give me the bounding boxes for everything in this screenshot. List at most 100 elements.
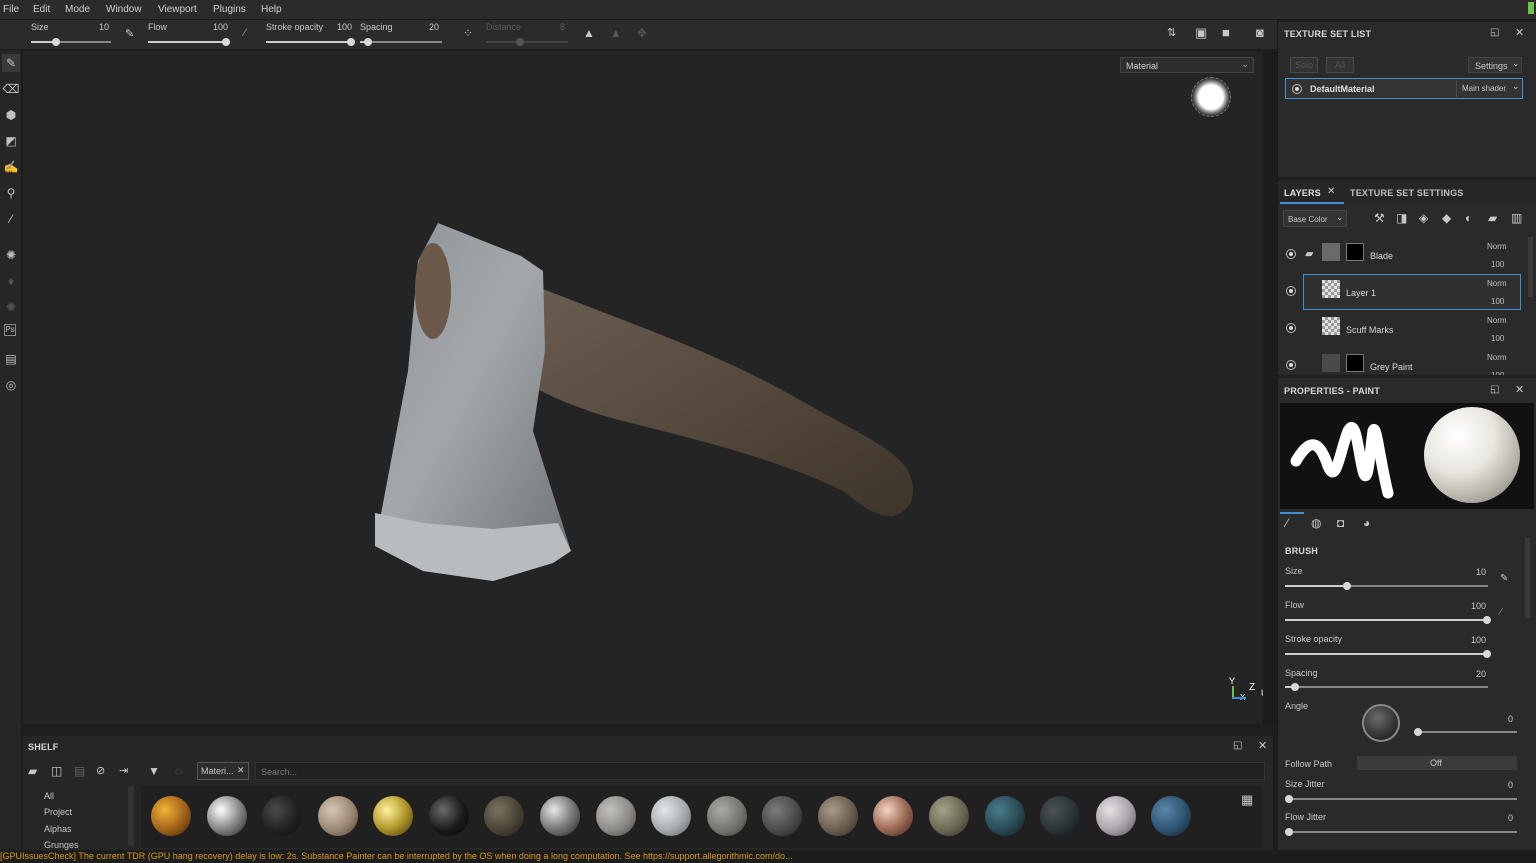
material-sphere[interactable] (429, 796, 469, 836)
shelf-category-project[interactable]: Project (44, 807, 72, 817)
material-sphere[interactable] (707, 796, 747, 836)
material-sphere[interactable] (207, 796, 247, 836)
texture-set-row[interactable]: DefaultMaterial Main shader ⌄ (1285, 78, 1523, 99)
remove-filter-icon[interactable]: ✕ (237, 765, 245, 776)
resources-icon[interactable]: ◎ (2, 376, 20, 394)
export-icon[interactable]: ▤ (2, 350, 20, 368)
stroke-opacity-value[interactable]: 100 (1456, 635, 1486, 645)
camera-icon[interactable]: ■ (1222, 25, 1230, 40)
material-sphere[interactable] (596, 796, 636, 836)
shelf-category-all[interactable]: All (44, 791, 54, 801)
layer-opacity[interactable]: 100 (1491, 260, 1504, 269)
stroke-opacity-slider[interactable] (1285, 650, 1491, 658)
spacing-slider[interactable] (1285, 683, 1488, 691)
filter-tag[interactable]: Materi... ✕ (197, 762, 249, 780)
brush-preset-icon[interactable]: ✎ (125, 27, 134, 40)
import-icon[interactable]: ⇥ (119, 764, 128, 777)
material-sphere[interactable] (1040, 796, 1080, 836)
shader-dropdown[interactable]: Main shader ⌄ (1456, 80, 1522, 97)
symmetry-icon[interactable]: ▲ (583, 26, 595, 40)
photoshop-icon[interactable]: Ps (4, 324, 16, 336)
layer-row-layer-1[interactable]: Layer 1 Norm 100 (1303, 274, 1521, 310)
close-icon[interactable]: ✕ (1515, 26, 1524, 39)
smudge-icon[interactable]: ✍ (2, 158, 20, 176)
close-icon[interactable]: ✕ (1258, 739, 1267, 752)
toolbar-spacing-slider[interactable] (360, 38, 442, 46)
menu-help[interactable]: Help (261, 4, 282, 15)
layer-row-grey-paint[interactable]: Grey Paint Norm 100 (1278, 348, 1524, 375)
layer-opacity[interactable]: 100 (1491, 297, 1504, 306)
menu-plugins[interactable]: Plugins (213, 4, 246, 15)
filter-icon[interactable]: ▼ (148, 764, 160, 778)
angle-value[interactable]: 0 (1483, 714, 1513, 724)
eraser-icon[interactable]: ⌫ (2, 80, 20, 98)
add-fill-layer-icon[interactable]: ◆ (1442, 211, 1451, 225)
all-button[interactable]: All (1326, 57, 1354, 73)
flow-jitter-slider[interactable] (1285, 828, 1517, 836)
symmetry-mirror-icon[interactable]: ▲ (610, 26, 622, 40)
toolbar-stroke-opacity-value[interactable]: 100 (322, 22, 352, 32)
menu-viewport[interactable]: Viewport (158, 4, 197, 15)
flow-slider[interactable] (1285, 616, 1491, 624)
undock-icon[interactable]: ◱ (1490, 27, 1499, 38)
pen-pressure-icon[interactable]: ✎ (1500, 573, 1508, 584)
tab-texture-set-settings[interactable]: TEXTURE SET SETTINGS (1350, 188, 1464, 198)
spacing-value[interactable]: 20 (1456, 669, 1486, 679)
menu-file[interactable]: File (3, 4, 19, 15)
blend-mode[interactable]: Norm (1487, 316, 1507, 325)
mask-thumbnail[interactable] (1346, 243, 1364, 261)
layer-opacity[interactable]: 100 (1491, 371, 1504, 375)
toolbar-flow-value[interactable]: 100 (198, 22, 228, 32)
mask-thumbnail[interactable] (1346, 354, 1364, 372)
layer-opacity[interactable]: 100 (1491, 334, 1504, 343)
add-folder-icon[interactable]: ▰ (1488, 211, 1497, 225)
add-layer-icon[interactable]: ◈ (1419, 211, 1428, 225)
material-tab-icon[interactable]: ◕ (1363, 516, 1370, 530)
stencil-tab-icon[interactable]: ◘ (1337, 516, 1344, 530)
projection-icon[interactable]: ⬢ (2, 106, 20, 124)
polygon-fill-icon[interactable]: ◩ (2, 132, 20, 150)
layer-row-scuff-marks[interactable]: Scuff Marks Norm 100 (1278, 311, 1524, 347)
layer-row-blade[interactable]: ▰ Blade Norm 100 (1278, 237, 1524, 273)
visibility-icon[interactable] (1292, 84, 1302, 94)
toolbar-flow-slider[interactable] (148, 38, 230, 46)
clone-stamp-icon[interactable]: ⚲ (2, 184, 20, 202)
properties-scrollbar[interactable] (1525, 538, 1530, 618)
new-folder-icon[interactable]: ◫ (51, 764, 62, 778)
blend-mode[interactable]: Norm (1487, 242, 1507, 251)
visibility-icon[interactable] (1286, 323, 1296, 333)
bake-icon[interactable]: ✺ (2, 246, 20, 264)
display-cube-icon[interactable]: ▣ (1195, 25, 1207, 41)
material-sphere[interactable] (318, 796, 358, 836)
color-picker-icon[interactable]: ⁄ (2, 210, 20, 228)
tab-layers[interactable]: LAYERS (1284, 188, 1321, 198)
material-sphere[interactable] (151, 796, 191, 836)
settings-dropdown[interactable]: Settings ⌄ (1468, 57, 1522, 73)
angle-dial[interactable] (1362, 704, 1400, 742)
blend-mode[interactable]: Norm (1487, 353, 1507, 362)
solo-button[interactable]: Solo (1290, 57, 1318, 73)
grid-view-icon[interactable]: ▦ (1241, 792, 1253, 808)
undock-icon[interactable]: ◱ (1233, 740, 1242, 751)
channel-dropdown[interactable]: Base Color ⌄ (1283, 210, 1347, 227)
shelf-category-grunges[interactable]: Grunges (44, 840, 79, 850)
undock-icon[interactable]: ◱ (1490, 384, 1499, 395)
delete-icon[interactable]: ▥ (1511, 211, 1522, 225)
material-sphere[interactable] (484, 796, 524, 836)
add-effect-icon[interactable]: ⚒ (1374, 211, 1385, 225)
symmetry-axis-icon[interactable]: ✥ (637, 26, 647, 40)
material-sphere[interactable] (929, 796, 969, 836)
toolbar-stroke-opacity-slider[interactable] (266, 38, 355, 46)
close-icon[interactable]: ✕ (1515, 383, 1524, 396)
folder-icon[interactable]: ▰ (28, 764, 37, 778)
pen-pressure-icon[interactable]: ⁄ (1500, 607, 1502, 618)
hide-icon[interactable]: ⊘ (96, 764, 105, 777)
pen-pressure-icon[interactable]: ⁄ (244, 27, 246, 39)
flow-value[interactable]: 100 (1456, 601, 1486, 611)
toolbar-size-slider[interactable] (31, 38, 111, 46)
smart-material-icon[interactable]: ◐ (1465, 211, 1472, 225)
refresh-icon[interactable]: ◌ (175, 764, 182, 778)
shelf-category-alphas[interactable]: Alphas (44, 824, 72, 834)
size-slider[interactable] (1285, 582, 1488, 590)
menu-edit[interactable]: Edit (33, 4, 50, 15)
